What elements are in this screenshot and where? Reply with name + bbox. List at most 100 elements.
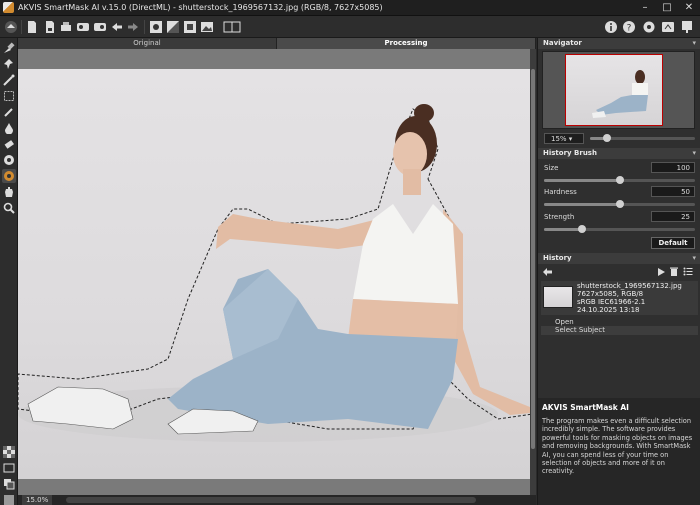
save-file-icon [46, 21, 54, 33]
tab-original[interactable]: Original [18, 38, 277, 49]
home-button[interactable] [3, 19, 19, 35]
strength-field[interactable]: 25 [651, 211, 695, 222]
notification-icon [682, 21, 692, 33]
history-snapshot[interactable]: shutterstock_1969567132.jpg 7627x5085, R… [541, 281, 698, 315]
size-field[interactable]: 100 [651, 162, 695, 173]
collapse-icon[interactable]: ▾ [692, 253, 696, 264]
arrow-left-icon [112, 23, 122, 31]
history-toolbar [538, 266, 700, 278]
default-button[interactable]: Default [651, 237, 695, 249]
load-preset-icon [77, 23, 89, 31]
rectangle-select-tool[interactable] [2, 89, 16, 103]
view-tabs: Original Processing [18, 38, 536, 49]
redo-button[interactable] [125, 19, 141, 35]
history-brush-active-tool[interactable] [2, 169, 16, 183]
collapse-icon[interactable]: ▾ [692, 148, 696, 159]
hardness-slider[interactable] [544, 200, 695, 208]
history-file-name: shutterstock_1969567132.jpg [577, 282, 682, 290]
svg-text:?: ? [627, 24, 632, 34]
eyedropper-tool[interactable] [2, 105, 16, 119]
hardness-label: Hardness [544, 188, 577, 196]
share-button[interactable] [660, 19, 676, 35]
history-color-profile: sRGB IEC61966-2.1 [577, 298, 646, 306]
magic-select-tool[interactable] [2, 73, 16, 87]
navigator-header[interactable]: Navigator ▾ [538, 38, 700, 49]
print-button[interactable] [58, 19, 74, 35]
eraser-tool[interactable] [2, 137, 16, 151]
about-button[interactable] [603, 19, 619, 35]
status-bar: 15.0% [18, 495, 536, 505]
navigator-thumbnail[interactable] [565, 54, 663, 126]
home-icon [5, 21, 17, 33]
history-brush-title: History Brush [543, 149, 597, 157]
history-brush-tool[interactable] [2, 153, 16, 167]
info-icon [605, 21, 617, 33]
swap-icon [4, 479, 15, 490]
compare-icon [223, 21, 241, 33]
undo-button[interactable] [109, 19, 125, 35]
navigator-subject [592, 70, 648, 118]
horizontal-scrollbar[interactable] [66, 497, 476, 503]
tab-processing[interactable]: Processing [277, 38, 536, 49]
help-icon: ? [623, 21, 635, 34]
minimize-button[interactable]: – [634, 0, 656, 16]
brush-icon [4, 42, 15, 53]
ai-select-button[interactable] [148, 19, 164, 35]
history-play-icon[interactable] [657, 268, 665, 276]
history-date: 24.10.2025 13:18 [577, 306, 640, 314]
history-item[interactable]: Select Subject [541, 326, 698, 335]
view-mode-toggle[interactable] [2, 461, 16, 475]
photo-preview [18, 69, 530, 479]
load-preset-button[interactable] [75, 19, 91, 35]
ai-brush-tool[interactable] [2, 41, 16, 55]
wand-icon [3, 74, 15, 86]
share-icon [662, 22, 674, 32]
strength-slider[interactable] [544, 225, 695, 233]
strength-label: Strength [544, 213, 575, 221]
history-title: History [543, 254, 572, 262]
image-canvas[interactable] [18, 49, 536, 495]
compare-button[interactable] [222, 19, 242, 35]
invert-button[interactable] [165, 19, 181, 35]
history-brush-icon [4, 171, 14, 181]
preferences-button[interactable] [641, 19, 657, 35]
history-brush-icon [4, 155, 14, 165]
about-text: The program makes even a difficult selec… [542, 417, 693, 476]
history-brush-header[interactable]: History Brush ▾ [538, 148, 700, 159]
help-button[interactable]: ? [621, 19, 637, 35]
collapse-icon[interactable]: ▾ [692, 38, 696, 49]
size-label: Size [544, 164, 559, 172]
mask-icon [184, 21, 196, 33]
trash-icon[interactable] [670, 267, 678, 276]
zoom-slider[interactable] [590, 134, 695, 142]
zoom-status[interactable]: 15.0% [22, 495, 53, 505]
history-header[interactable]: History ▾ [538, 253, 700, 264]
save-preset-button[interactable] [92, 19, 108, 35]
history-list-icon[interactable] [683, 267, 693, 276]
gear-icon [643, 21, 655, 33]
size-slider[interactable] [544, 176, 695, 184]
rectangle-icon [4, 91, 14, 101]
close-button[interactable]: ✕ [678, 0, 700, 16]
zoom-select[interactable]: 15% ▾ [544, 133, 584, 144]
hand-tool[interactable] [2, 185, 16, 199]
checkerboard-toggle[interactable] [2, 445, 16, 459]
maximize-button[interactable]: □ [656, 0, 678, 16]
history-back-icon[interactable] [543, 268, 552, 276]
save-button[interactable] [42, 19, 58, 35]
notification-button[interactable] [679, 19, 695, 35]
mask-button[interactable] [182, 19, 198, 35]
vertical-scrollbar[interactable] [530, 49, 536, 495]
keep-pin-tool[interactable] [2, 57, 16, 71]
zoom-tool[interactable] [2, 201, 16, 215]
image-icon [201, 22, 213, 32]
navigator-preview[interactable] [542, 51, 695, 129]
swap-colors-toggle[interactable] [2, 477, 16, 491]
drop-tool[interactable] [2, 121, 16, 135]
background-button[interactable] [199, 19, 215, 35]
open-button[interactable] [24, 19, 40, 35]
history-file-info: 7627x5085, RGB/8 [577, 290, 644, 298]
save-preset-icon [94, 23, 106, 31]
hardness-field[interactable]: 50 [651, 186, 695, 197]
color-swatch[interactable] [2, 493, 16, 505]
